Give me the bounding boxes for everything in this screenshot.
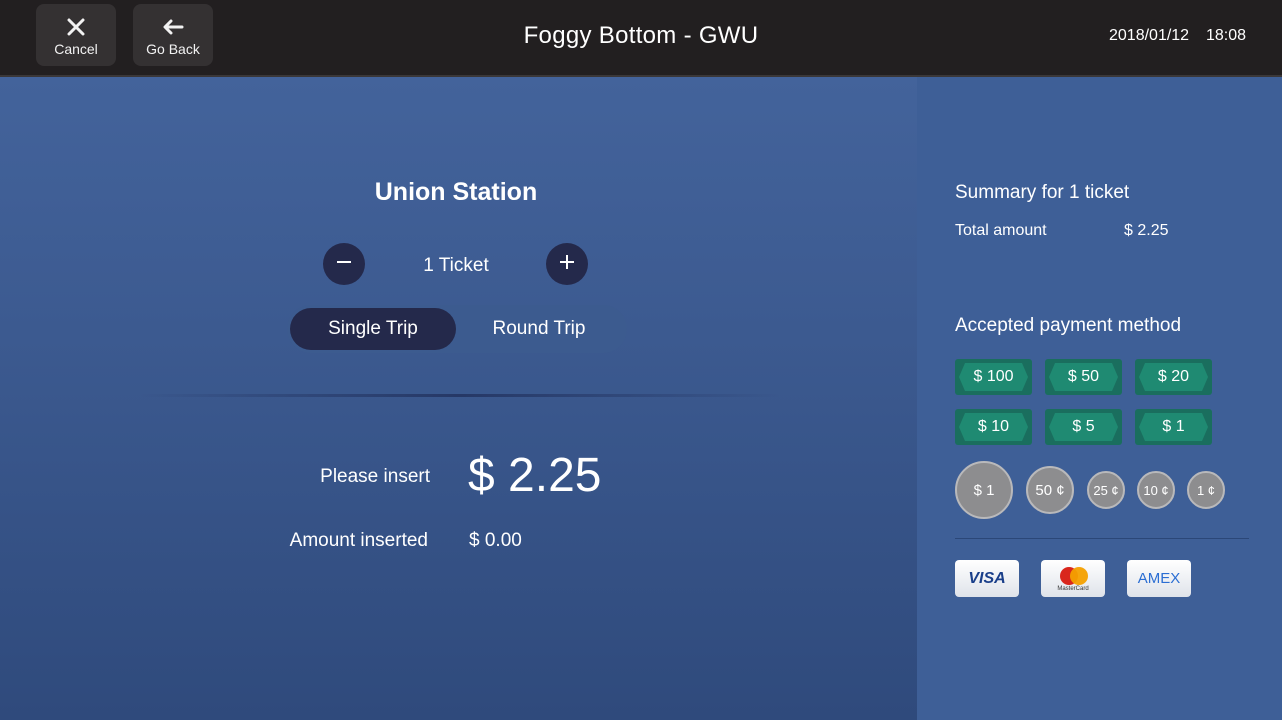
bill-1-icon: $ 1 (1135, 409, 1212, 445)
time-display: 18:08 (1206, 27, 1247, 44)
mastercard-logo: MasterCard (1053, 564, 1093, 594)
ticket-panel: Union Station 1 Ticket Single Trip Round… (0, 77, 917, 720)
visa-label: VISA (968, 569, 1006, 587)
coin-label: 1 ¢ (1196, 482, 1216, 498)
amex-label: AMEX (1137, 570, 1181, 587)
coin-label: 25 ¢ (1093, 482, 1119, 498)
please-insert-label: Please insert (320, 466, 430, 487)
destination-title: Union Station (374, 178, 538, 206)
bill-10-icon: $ 10 (955, 409, 1032, 445)
coin-label: 50 ¢ (1035, 481, 1065, 499)
coin-label: $ 1 (973, 481, 995, 499)
coin-dollar-icon: $ 1 (955, 461, 1013, 519)
single-trip-option[interactable]: Single Trip (290, 308, 456, 350)
coin-25-cent-icon: 25 ¢ (1087, 471, 1125, 509)
minus-icon (335, 253, 353, 276)
ticket-count: 1 Ticket (423, 255, 489, 276)
bill-label: $ 100 (973, 368, 1014, 385)
bill-label: $ 10 (977, 418, 1010, 435)
bill-20-icon: $ 20 (1135, 359, 1212, 395)
date-display: 2018/01/12 (1109, 27, 1190, 44)
coin-50-cent-icon: 50 ¢ (1026, 466, 1074, 514)
coin-10-cent-icon: 10 ¢ (1137, 471, 1175, 509)
amount-inserted-label: Amount inserted (289, 530, 428, 551)
amount-due: $ 2.25 (468, 449, 602, 502)
trip-type-toggle: Single Trip Round Trip (287, 305, 627, 353)
total-amount-label: Total amount (955, 222, 1047, 239)
mastercard-icon: MasterCard (1041, 560, 1105, 597)
decrease-ticket-button[interactable] (323, 243, 365, 285)
bill-label: $ 20 (1157, 368, 1190, 385)
total-amount-value: $ 2.25 (1124, 222, 1169, 239)
round-trip-option[interactable]: Round Trip (456, 308, 622, 350)
divider (140, 394, 780, 397)
increase-ticket-button[interactable] (546, 243, 588, 285)
visa-card-icon: VISA (955, 560, 1019, 597)
divider (955, 538, 1249, 539)
amex-card-icon: AMEX (1127, 560, 1191, 597)
page-title: Foggy Bottom - GWU (523, 22, 759, 49)
coin-label: 10 ¢ (1143, 482, 1169, 498)
amount-inserted-value: $ 0.00 (469, 530, 522, 551)
bill-5-icon: $ 5 (1045, 409, 1122, 445)
payment-methods-title: Accepted payment method (955, 315, 1182, 336)
mastercard-label: MasterCard (1057, 585, 1089, 592)
summary-sidebar: Summary for 1 ticket Total amount $ 2.25… (917, 77, 1282, 720)
top-bar: Cancel Go Back Foggy Bottom - GWU 2018/0… (0, 0, 1282, 77)
bill-50-icon: $ 50 (1045, 359, 1122, 395)
coin-1-cent-icon: 1 ¢ (1187, 471, 1225, 509)
bill-label: $ 5 (1072, 418, 1095, 435)
bill-label: $ 50 (1067, 368, 1100, 385)
bill-label: $ 1 (1162, 418, 1185, 435)
bill-100-icon: $ 100 (955, 359, 1032, 395)
plus-icon (558, 253, 576, 276)
summary-title: Summary for 1 ticket (955, 182, 1130, 203)
